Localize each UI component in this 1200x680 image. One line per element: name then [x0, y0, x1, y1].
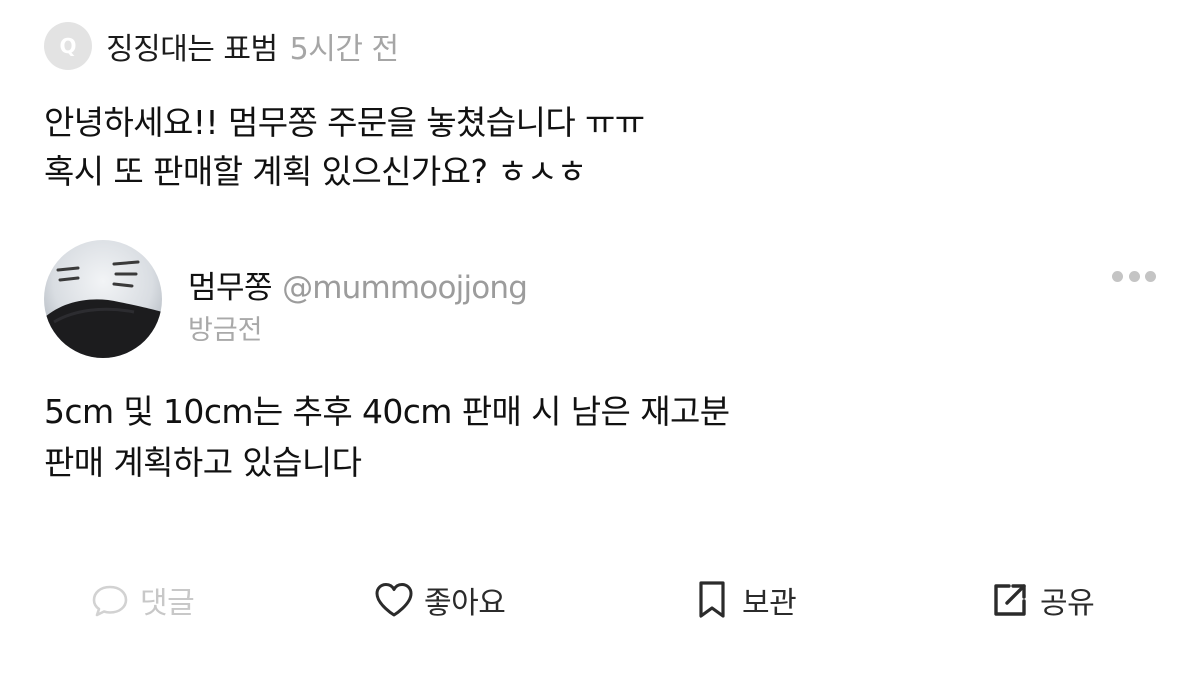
answer-line: 5cm 및 10cm는 추후 40cm 판매 시 남은 재고분	[44, 392, 730, 431]
save-button[interactable]: 보관	[690, 572, 797, 628]
question-header: Q 징징대는 표범 5시간 전	[44, 22, 399, 70]
question-line: 혹시 또 판매할 계획 있으신가요? ㅎㅅㅎ	[44, 152, 587, 191]
bookmark-icon	[690, 578, 734, 622]
comment-button[interactable]: 댓글	[88, 572, 195, 628]
avatar-image	[44, 240, 162, 358]
question-line: 안녕하세요!! 멈무쫑 주문을 놓쳤습니다 ㅠㅠ	[44, 103, 645, 142]
comment-label: 댓글	[140, 586, 195, 621]
save-label: 보관	[742, 586, 797, 621]
question-badge: Q	[44, 22, 92, 70]
like-button[interactable]: 좋아요	[372, 572, 506, 628]
author-handle[interactable]: @mummoojjong	[282, 270, 528, 306]
more-horizontal-icon	[1112, 270, 1123, 282]
more-options-button[interactable]	[1112, 266, 1156, 286]
question-timestamp: 5시간 전	[289, 32, 399, 67]
answer-header: 멈무쫑 @mummoojjong 방금전	[44, 240, 1156, 358]
author-name[interactable]: 멈무쫑	[188, 270, 273, 306]
like-label: 좋아요	[424, 586, 506, 621]
question-text: 안녕하세요!! 멈무쫑 주문을 놓쳤습니다 ㅠㅠ 혹시 또 판매할 계획 있으신…	[44, 98, 1144, 196]
avatar[interactable]	[44, 240, 162, 358]
more-horizontal-icon	[1145, 270, 1156, 282]
answer-line: 판매 계획하고 있습니다	[44, 443, 362, 482]
speech-bubble-icon	[88, 578, 132, 622]
share-arrow-icon	[988, 578, 1032, 622]
question-author[interactable]: 징징대는 표범	[106, 24, 278, 68]
action-bar: 댓글 좋아요 보관 공유	[0, 572, 1200, 628]
answer-author[interactable]: 멈무쫑 @mummoojjong	[188, 262, 528, 307]
heart-icon	[372, 578, 416, 622]
share-label: 공유	[1040, 586, 1095, 621]
answer-timestamp: 방금전	[188, 315, 263, 346]
more-horizontal-icon	[1128, 270, 1140, 282]
share-button[interactable]: 공유	[988, 572, 1095, 628]
answer-text: 5cm 및 10cm는 추후 40cm 판매 시 남은 재고분 판매 계획하고 …	[44, 386, 1144, 488]
